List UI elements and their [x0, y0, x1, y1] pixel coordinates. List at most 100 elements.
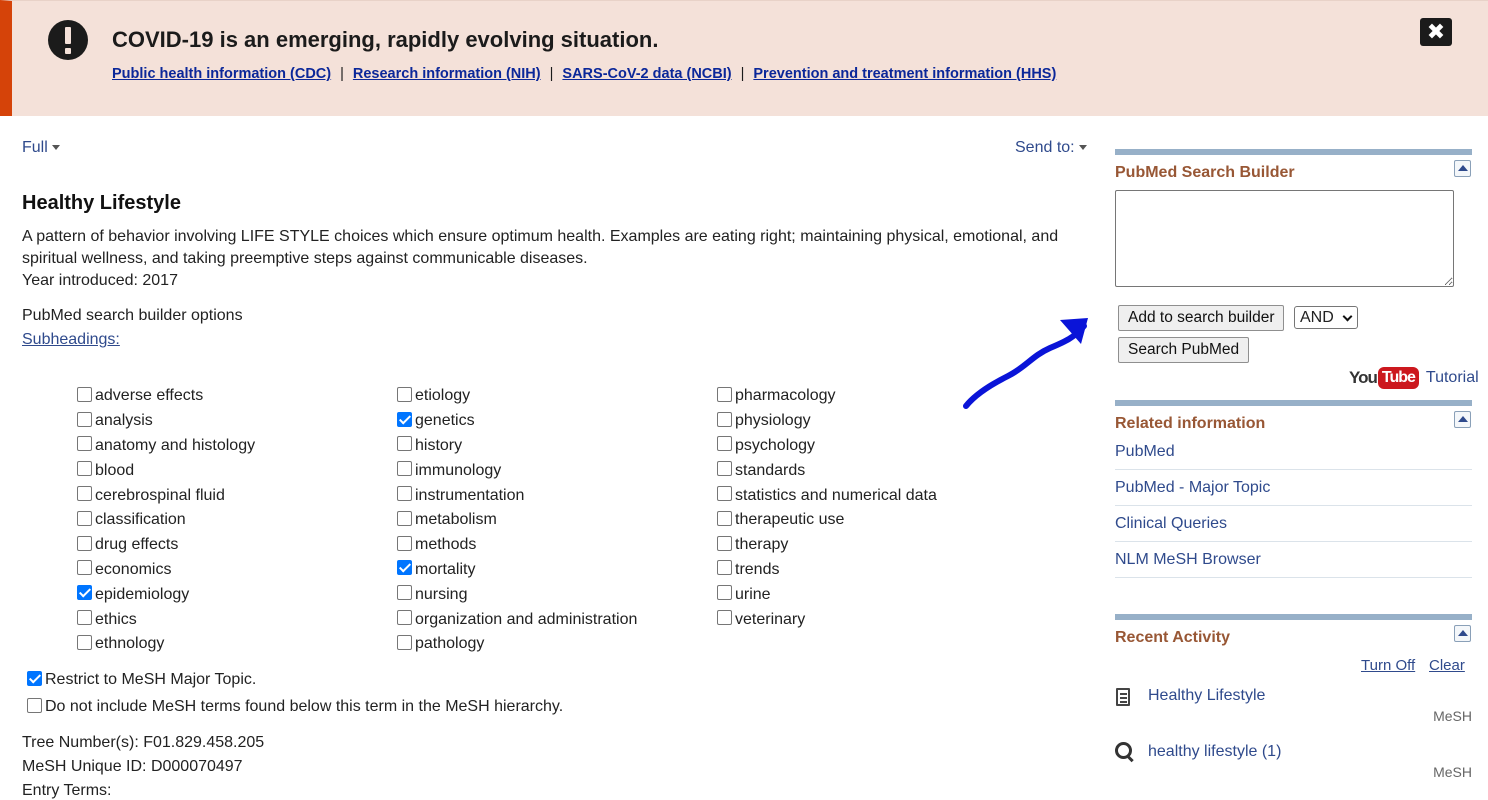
boolean-operator-select[interactable]: AND — [1294, 306, 1358, 329]
subheading-checkbox[interactable] — [717, 510, 732, 526]
page-title: Healthy Lifestyle — [22, 192, 181, 214]
subheading-label: psychology — [735, 436, 816, 454]
subheading-option: genetics — [397, 409, 637, 434]
subheading-checkbox[interactable] — [77, 386, 92, 402]
subheading-checkbox[interactable] — [77, 486, 92, 502]
collapse-recent-activity-button[interactable] — [1454, 625, 1471, 642]
send-to-menu[interactable]: Send to: — [1015, 139, 1087, 157]
subheading-checkbox[interactable] — [77, 560, 92, 576]
subheading-label: mortality — [415, 560, 476, 578]
subheading-checkbox[interactable] — [397, 535, 412, 551]
subheading-checkbox[interactable] — [717, 610, 732, 626]
subheading-label: methods — [415, 536, 477, 554]
send-to-label: Send to: — [1015, 139, 1075, 156]
portlet-divider — [1115, 149, 1472, 155]
subheading-option: urine — [717, 582, 937, 607]
subheading-checkbox[interactable] — [717, 436, 732, 452]
subheading-checkbox[interactable] — [77, 411, 92, 427]
subheading-checkbox[interactable] — [77, 634, 92, 650]
ncbi-link[interactable]: SARS-CoV-2 data (NCBI) — [562, 66, 731, 82]
annotation-arrow — [963, 318, 1088, 409]
turn-off-link[interactable]: Turn Off — [1361, 657, 1415, 674]
subheading-option: statistics and numerical data — [717, 483, 937, 508]
subheading-option: metabolism — [397, 508, 637, 533]
subheading-checkbox[interactable] — [77, 535, 92, 551]
subheading-checkbox[interactable] — [717, 411, 732, 427]
hhs-link[interactable]: Prevention and treatment information (HH… — [753, 66, 1056, 82]
subheading-checkbox[interactable] — [397, 510, 412, 526]
subheading-checkbox[interactable] — [397, 386, 412, 402]
subheading-column: pharmacology physiology psychology standard… — [717, 384, 937, 632]
youtube-tutorial: You Tube Tutorial — [1349, 367, 1479, 389]
subheading-checkbox[interactable] — [717, 461, 732, 477]
collapse-search-builder-button[interactable] — [1454, 160, 1471, 177]
subheading-option: anatomy and histology — [77, 434, 255, 459]
subheading-label: urine — [735, 585, 771, 603]
subheading-checkbox[interactable] — [397, 486, 412, 502]
subheading-checkbox[interactable] — [77, 610, 92, 626]
search-builder-textarea[interactable] — [1115, 190, 1454, 287]
subheading-checkbox[interactable] — [397, 461, 412, 477]
restrict-major-topic-checkbox[interactable] — [27, 670, 42, 686]
subheading-checkbox[interactable] — [77, 510, 92, 526]
link-separator: | — [740, 66, 745, 82]
subheading-option: adverse effects — [77, 384, 255, 409]
subheading-label: cerebrospinal fluid — [95, 486, 225, 504]
link-separator: | — [340, 66, 344, 82]
subheading-checkbox[interactable] — [77, 585, 92, 601]
subheading-checkbox[interactable] — [77, 436, 92, 452]
close-banner-button[interactable]: ✖ — [1420, 18, 1452, 46]
subheading-checkbox[interactable] — [717, 585, 732, 601]
subheadings-link[interactable]: Subheadings: — [22, 331, 120, 349]
clear-link[interactable]: Clear — [1429, 657, 1465, 674]
subheading-label: genetics — [415, 412, 475, 430]
recent-activity-link[interactable]: Healthy Lifestyle — [1148, 687, 1265, 705]
subheading-option: blood — [77, 458, 255, 483]
subheading-checkbox[interactable] — [717, 560, 732, 576]
related-link-clinical-queries[interactable]: Clinical Queries — [1115, 506, 1472, 542]
nih-link[interactable]: Research information (NIH) — [353, 66, 541, 82]
subheading-option: trends — [717, 558, 937, 583]
subheading-option: drug effects — [77, 533, 255, 558]
banner-links: Public health information (CDC) | Research… — [112, 66, 1056, 82]
cdc-link[interactable]: Public health information (CDC) — [112, 66, 331, 82]
subheading-label: etiology — [415, 387, 471, 405]
subheading-label: ethnology — [95, 635, 165, 653]
subheading-checkbox[interactable] — [397, 585, 412, 601]
restrict-major-topic-option: Restrict to MeSH Major Topic. — [27, 670, 256, 689]
exclude-below-checkbox[interactable] — [27, 697, 42, 713]
subheading-option: immunology — [397, 458, 637, 483]
subheading-checkbox[interactable] — [717, 486, 732, 502]
banner-title: COVID-19 is an emerging, rapidly evolvin… — [112, 27, 659, 52]
exclude-below-label: Do not include MeSH terms found below th… — [45, 698, 564, 715]
subheading-checkbox[interactable] — [397, 634, 412, 650]
recent-activity-link[interactable]: healthy lifestyle (1) — [1148, 743, 1281, 761]
add-to-search-builder-button[interactable]: Add to search builder — [1118, 305, 1285, 331]
subheading-label: history — [415, 436, 463, 454]
subheading-checkbox[interactable] — [397, 436, 412, 452]
subheading-option: pharmacology — [717, 384, 937, 409]
related-link-major-topic[interactable]: PubMed - Major Topic — [1115, 470, 1472, 506]
subheading-label: standards — [735, 461, 806, 479]
subheading-label: blood — [95, 461, 135, 479]
subheading-checkbox[interactable] — [717, 535, 732, 551]
term-description: A pattern of behavior involving LIFE STY… — [22, 228, 1059, 267]
subheading-label: organization and administration — [415, 610, 638, 628]
unique-id: MeSH Unique ID: D000070497 — [22, 758, 243, 775]
subheading-option: history — [397, 434, 637, 459]
related-link-mesh-browser[interactable]: NLM MeSH Browser — [1115, 542, 1472, 578]
collapse-related-info-button[interactable] — [1454, 411, 1471, 428]
tutorial-link[interactable]: Tutorial — [1426, 369, 1479, 387]
subheading-checkbox[interactable] — [77, 461, 92, 477]
related-link-pubmed[interactable]: PubMed — [1115, 434, 1472, 470]
subheading-checkbox[interactable] — [397, 610, 412, 626]
subheading-option: veterinary — [717, 607, 937, 632]
subheading-column: adverse effects analysis anatomy and histo… — [77, 384, 255, 657]
subheading-checkbox[interactable] — [717, 386, 732, 402]
subheading-label: therapy — [735, 536, 789, 554]
subheading-option: mortality — [397, 558, 637, 583]
subheading-checkbox[interactable] — [397, 411, 412, 427]
subheading-checkbox[interactable] — [397, 560, 412, 576]
search-pubmed-button[interactable]: Search PubMed — [1118, 337, 1250, 363]
format-menu[interactable]: Full — [22, 139, 60, 157]
